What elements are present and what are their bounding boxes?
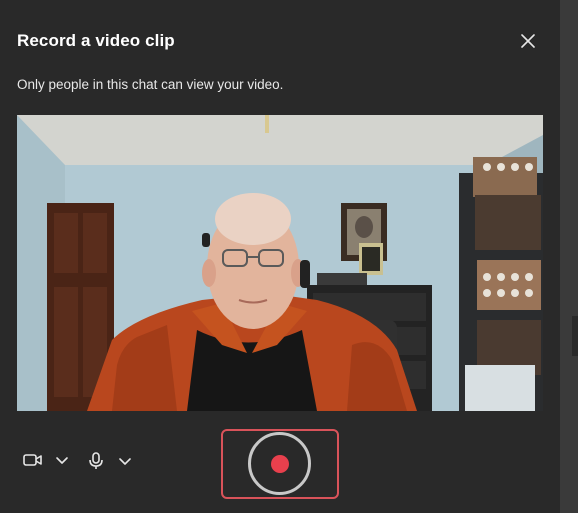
background-panel bbox=[560, 0, 578, 513]
video-camera-icon bbox=[23, 454, 42, 466]
close-button[interactable] bbox=[515, 28, 541, 54]
microphone-icon bbox=[89, 452, 103, 469]
record-video-dialog: Record a video clip Only people in this … bbox=[0, 0, 560, 513]
camera-control[interactable] bbox=[23, 452, 69, 468]
dialog-subtitle: Only people in this chat can view your v… bbox=[17, 77, 284, 92]
chevron-down-icon[interactable] bbox=[55, 455, 69, 465]
chevron-down-icon[interactable] bbox=[118, 456, 132, 466]
record-button[interactable] bbox=[248, 432, 311, 495]
record-dot-icon bbox=[270, 454, 289, 473]
dialog-title: Record a video clip bbox=[17, 31, 175, 50]
panel-notch bbox=[572, 316, 578, 356]
microphone-control[interactable] bbox=[88, 452, 132, 470]
close-icon bbox=[521, 34, 535, 48]
camera-preview bbox=[17, 115, 543, 411]
camera-preview-image bbox=[17, 115, 543, 411]
